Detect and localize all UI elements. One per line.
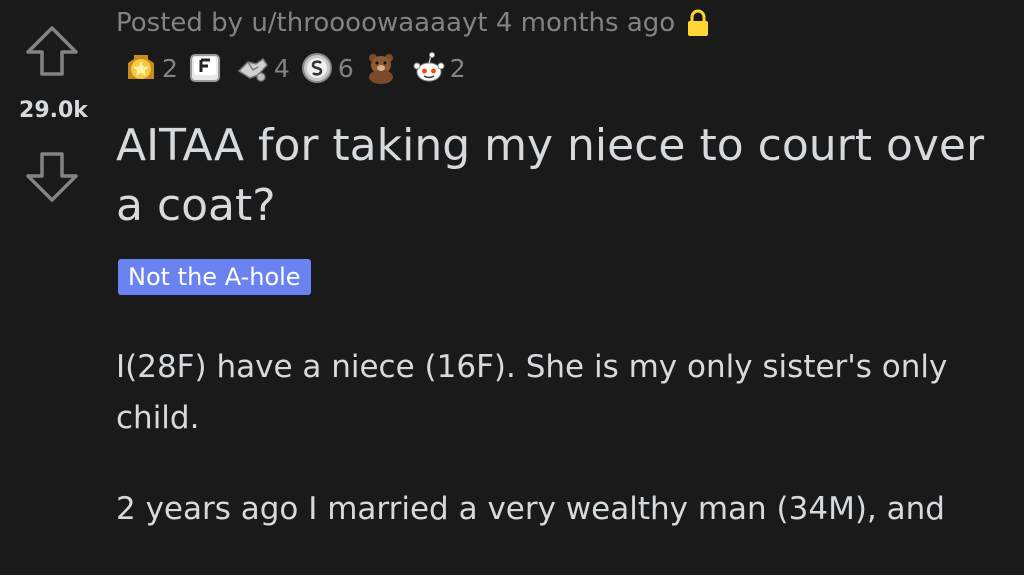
bear-award-icon [364, 51, 398, 85]
body-paragraph: 2 years ago I married a very wealthy man… [116, 491, 945, 527]
award-bear[interactable] [364, 51, 402, 85]
award-handshake[interactable]: 4 [236, 51, 290, 85]
award-count: 2 [162, 53, 178, 83]
post-flair[interactable]: Not the A-hole [118, 259, 311, 295]
award-count: 4 [273, 53, 290, 83]
f-key-award-icon [188, 51, 222, 85]
posted-by-text[interactable]: Posted by u/throooowaaaayt 4 months ago [116, 8, 675, 38]
award-count: 2 [449, 53, 466, 83]
upvote-arrow-icon[interactable] [22, 22, 82, 82]
snoo-award-icon [412, 51, 446, 85]
silver-coin-award-icon [300, 51, 334, 85]
post-title[interactable]: AITAA for taking my niece to court over … [116, 116, 1016, 236]
lock-icon [685, 8, 711, 38]
downvote-arrow-icon[interactable] [22, 146, 82, 206]
award-count: 6 [337, 53, 354, 83]
vote-score: 29.0k [19, 98, 88, 123]
award-f-key[interactable] [188, 51, 226, 85]
vote-column: 29.0k [0, 0, 110, 535]
gold-star-award-icon [124, 51, 158, 85]
post-body: I(28F) have a niece (16F). She is my onl… [116, 342, 1006, 575]
awards-row[interactable]: 2 4 6 2 [124, 50, 476, 86]
award-silver-coin[interactable]: 6 [300, 51, 354, 85]
post-meta: Posted by u/throooowaaaayt 4 months ago [116, 8, 711, 38]
award-gold-star[interactable]: 2 [124, 51, 178, 85]
body-paragraph: I(28F) have a niece (16F). She is my onl… [116, 349, 948, 436]
handshake-award-icon [236, 51, 270, 85]
award-snoo[interactable]: 2 [412, 51, 466, 85]
